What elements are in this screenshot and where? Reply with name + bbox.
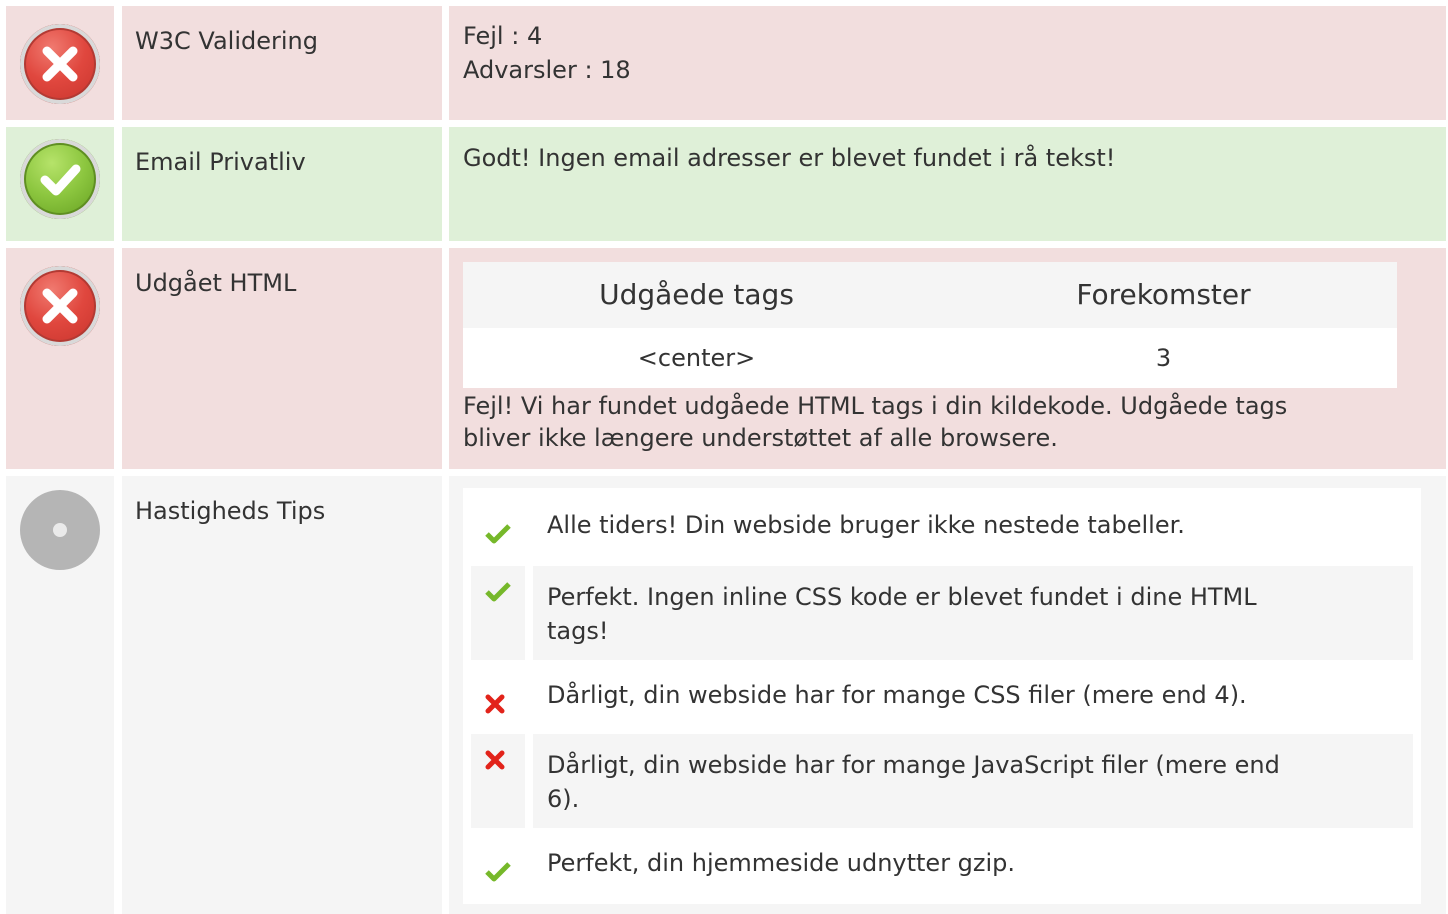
cross-icon xyxy=(471,734,525,828)
row-label-cell: Udgået HTML xyxy=(122,248,442,469)
tip-text: Perfekt, din hjemmeside udnytter gzip. xyxy=(547,849,1016,877)
tip-text-continued: tags! xyxy=(547,617,609,645)
neutral-circle-icon xyxy=(20,490,100,570)
speed-tips-list: Alle tiders! Din webside bruger ikke nes… xyxy=(463,488,1421,904)
status-icon-cell xyxy=(6,248,114,469)
list-item: Alle tiders! Din webside bruger ikke nes… xyxy=(471,508,1413,556)
w3c-warnings: Advarsler : 18 xyxy=(463,56,631,84)
row-body-cell: Godt! Ingen email adresser er blevet fun… xyxy=(449,127,1446,241)
tip-text: Perfekt. Ingen inline CSS kode er blevet… xyxy=(547,583,1257,611)
status-icon-cell xyxy=(6,476,114,914)
list-item: Perfekt. Ingen inline CSS kode er blevet… xyxy=(471,566,1413,660)
tip-text-continued: 6). xyxy=(547,785,580,813)
deprecated-message-line2: bliver ikke længere understøttet af alle… xyxy=(463,424,1058,452)
email-privacy-row: Email Privatliv Godt! Ingen email adress… xyxy=(0,127,1448,241)
table-row: <center> 3 xyxy=(463,328,1397,388)
row-body-cell: Fejl : 4 Advarsler : 18 xyxy=(449,6,1446,120)
check-icon xyxy=(471,566,525,660)
deprecated-tags-table: Udgåede tags Forekomster <center> 3 xyxy=(463,262,1397,388)
tip-text: Alle tiders! Din webside bruger ikke nes… xyxy=(547,511,1185,539)
table-header: Udgåede tags Forekomster xyxy=(463,262,1397,328)
success-circle-icon xyxy=(20,139,100,219)
list-item: Dårligt, din webside har for mange CSS f… xyxy=(471,678,1413,726)
tip-text: Dårligt, din webside har for mange JavaS… xyxy=(547,751,1280,779)
column-header-tags: Udgåede tags xyxy=(599,278,794,311)
check-icon xyxy=(471,508,525,556)
row-label: Hastigheds Tips xyxy=(135,497,326,525)
list-item: Perfekt, din hjemmeside udnytter gzip. xyxy=(471,846,1413,894)
row-body-cell: Alle tiders! Din webside bruger ikke nes… xyxy=(449,476,1446,914)
column-header-occurrences: Forekomster xyxy=(1076,278,1251,311)
speed-tips-row: Hastigheds Tips Alle tiders! Din webside… xyxy=(0,476,1448,914)
list-item: Dårligt, din webside har for mange JavaS… xyxy=(471,734,1413,828)
status-icon-cell xyxy=(6,127,114,241)
deprecated-html-row: Udgået HTML Udgåede tags Forekomster <ce… xyxy=(0,248,1448,469)
row-label: Email Privatliv xyxy=(135,148,306,176)
row-body-cell: Udgåede tags Forekomster <center> 3 Fejl… xyxy=(449,248,1446,469)
table-cell-count: 3 xyxy=(1155,344,1172,372)
status-icon-cell xyxy=(6,6,114,120)
email-result-text: Godt! Ingen email adresser er blevet fun… xyxy=(463,144,1116,172)
row-label-cell: Email Privatliv xyxy=(122,127,442,241)
row-label-cell: W3C Validering xyxy=(122,6,442,120)
row-label: W3C Validering xyxy=(135,27,318,55)
deprecated-message-line1: Fejl! Vi har fundet udgåede HTML tags i … xyxy=(463,392,1288,420)
cross-icon xyxy=(471,678,525,726)
error-circle-icon xyxy=(20,266,100,346)
check-icon xyxy=(471,846,525,894)
row-label-cell: Hastigheds Tips xyxy=(122,476,442,914)
error-circle-icon xyxy=(20,24,100,104)
w3c-validation-row: W3C Validering Fejl : 4 Advarsler : 18 xyxy=(0,6,1448,120)
table-cell-tag: <center> xyxy=(637,344,756,372)
tip-text: Dårligt, din webside har for mange CSS f… xyxy=(547,681,1247,709)
w3c-errors: Fejl : 4 xyxy=(463,22,543,50)
row-label: Udgået HTML xyxy=(135,269,297,297)
